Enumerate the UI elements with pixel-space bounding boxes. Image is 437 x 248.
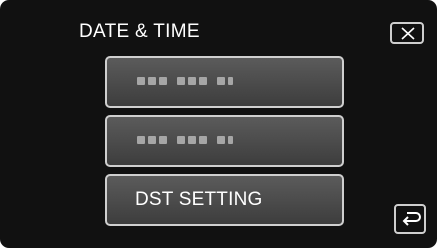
date-time-menu-screen: DATE & TIME DST SETTING <box>0 0 437 248</box>
page-title: DATE & TIME <box>79 21 200 42</box>
placeholder-text <box>137 136 233 146</box>
menu-item-2[interactable] <box>105 115 344 167</box>
back-button[interactable] <box>394 204 426 234</box>
dst-setting-label: DST SETTING <box>135 189 263 210</box>
dst-setting-button[interactable]: DST SETTING <box>105 174 344 226</box>
close-button[interactable] <box>390 22 424 44</box>
menu-item-1[interactable] <box>105 56 344 108</box>
close-icon <box>401 27 415 40</box>
placeholder-text <box>137 77 233 87</box>
return-arrow-icon <box>402 212 421 226</box>
